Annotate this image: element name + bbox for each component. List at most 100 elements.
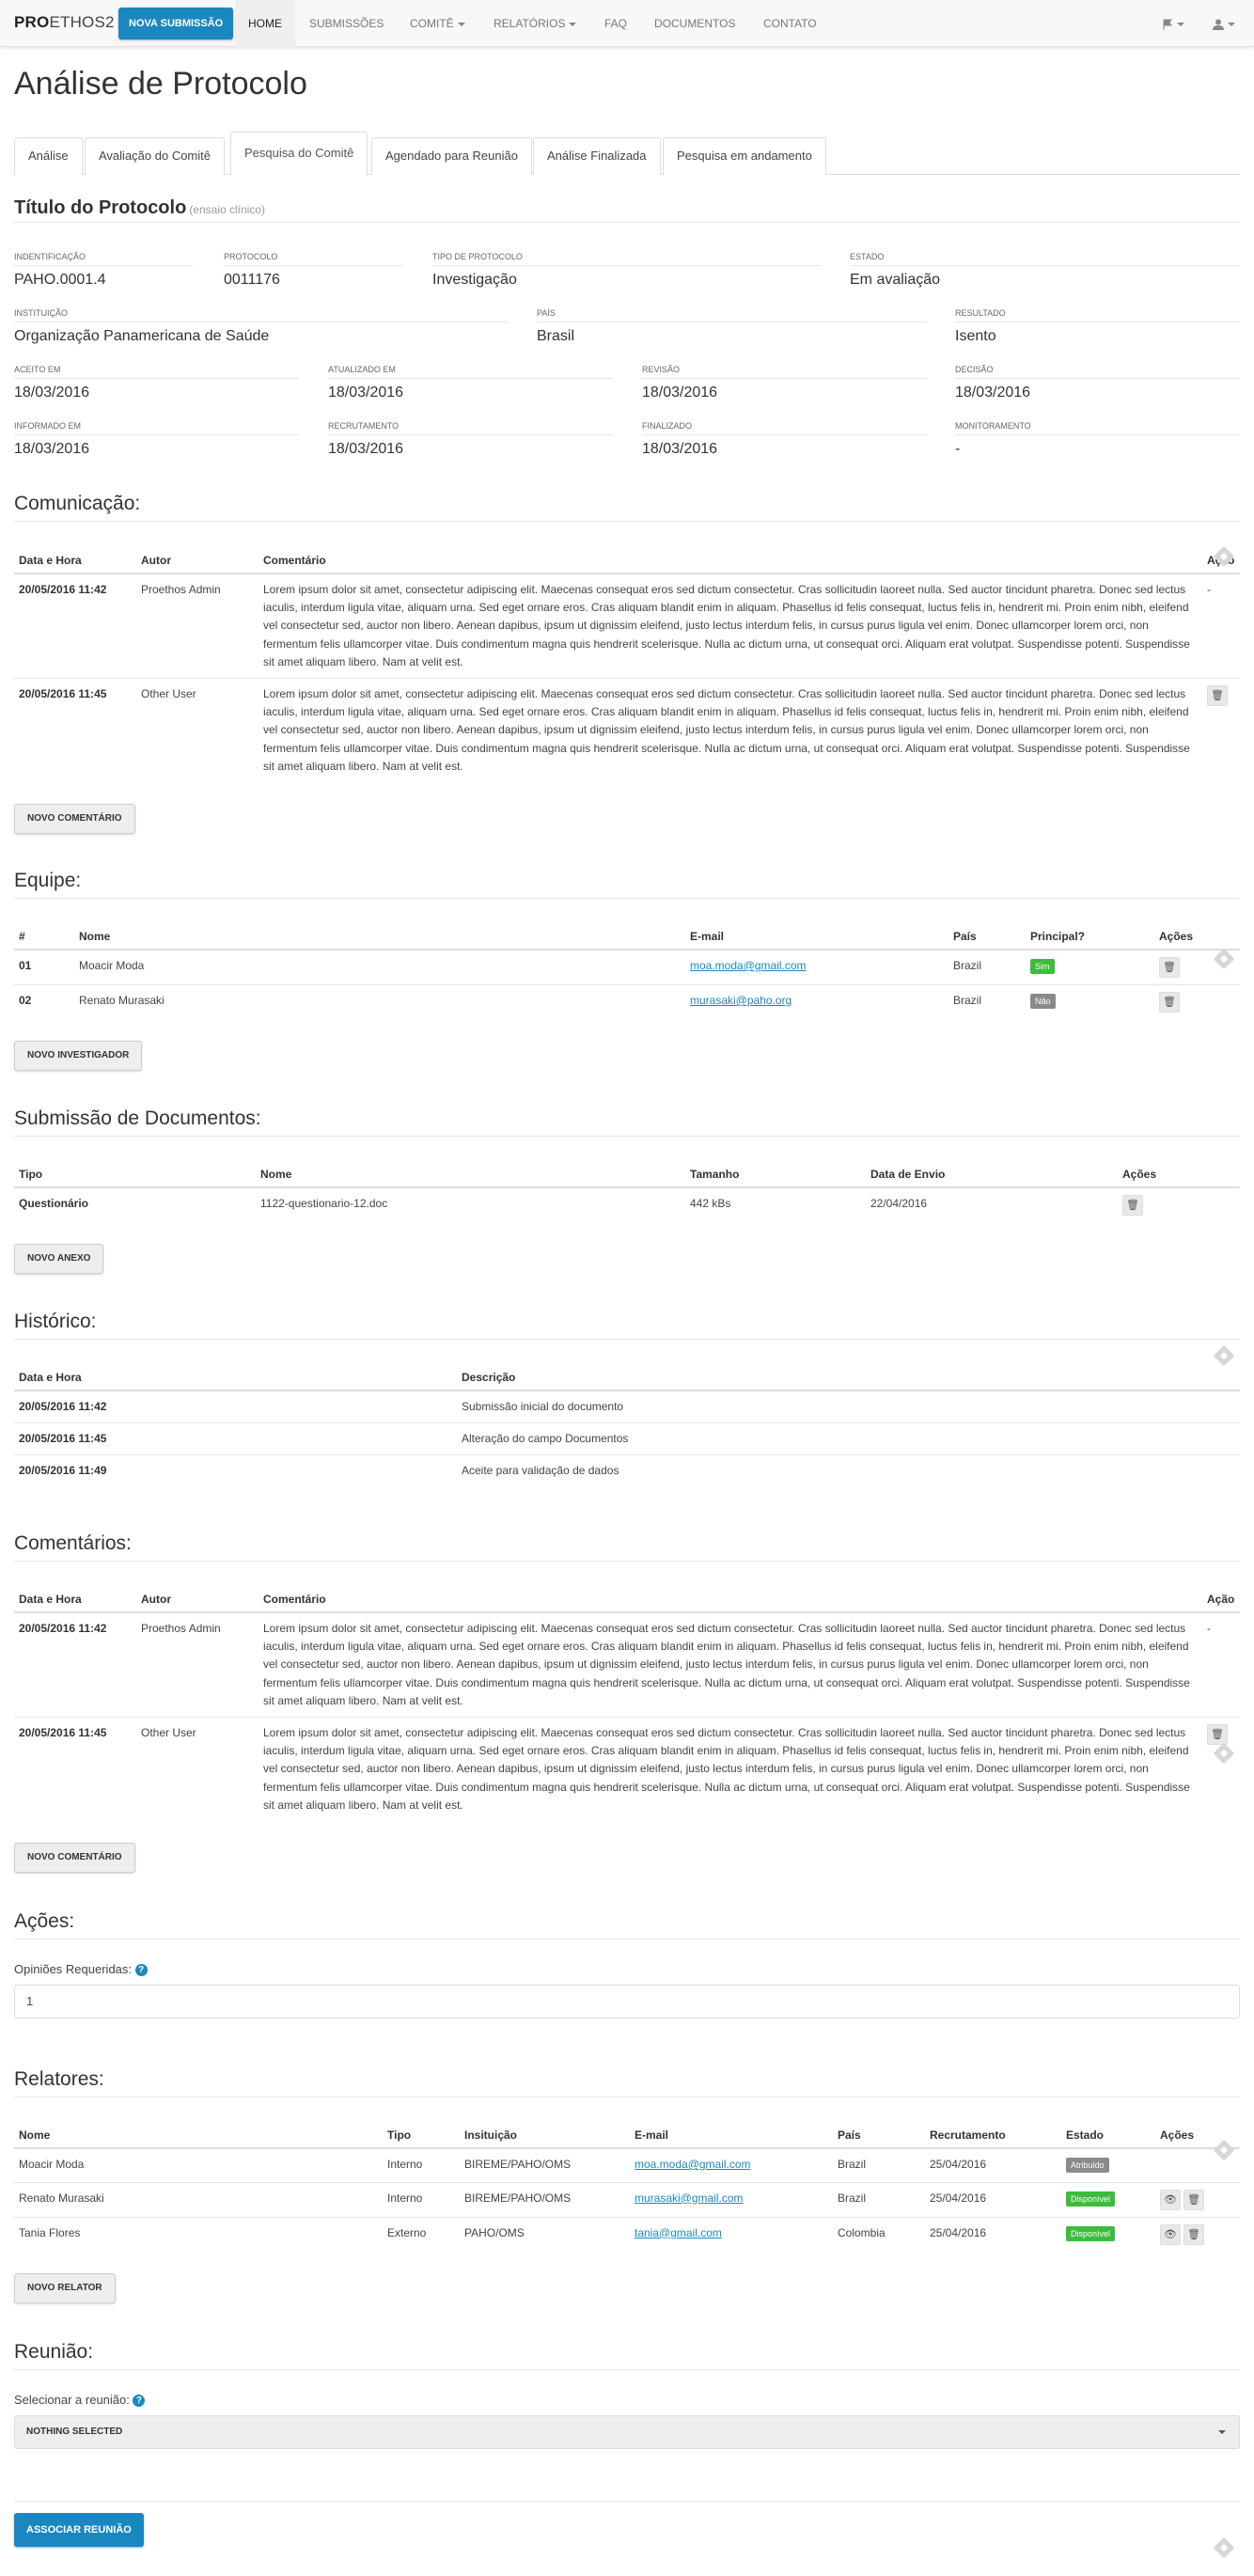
table-row: Questionário 1122-questionario-12.doc 44… — [14, 1186, 1240, 1222]
nav-relatorios[interactable]: Relatórios — [494, 0, 577, 47]
new-submission-button[interactable]: Nova Submissão — [118, 8, 234, 39]
nav-comite[interactable]: Comitê — [410, 0, 465, 47]
trash-icon[interactable]: 🗑 — [1183, 2223, 1204, 2245]
divider — [14, 898, 1240, 899]
nav-home[interactable]: Home — [235, 0, 295, 47]
tab-pesquisa-comite[interactable]: Pesquisa do Comitê — [230, 132, 368, 176]
caret-down-icon — [1218, 2430, 1226, 2434]
tab-avaliacao-comite[interactable]: Avaliação do Comitê — [85, 137, 225, 175]
col-comentario: Comentário — [259, 548, 1202, 574]
trash-icon[interactable]: 🗑 — [1183, 2189, 1204, 2210]
novo-relator-button[interactable]: Novo Relator — [14, 2273, 116, 2303]
caret-down-icon — [457, 22, 465, 26]
reuniao-select[interactable]: Nothing selected — [14, 2415, 1240, 2449]
col-autor: Autor — [136, 548, 259, 574]
opinioes-label: Opiniões Requeridas: ? — [14, 1962, 148, 1977]
eye-icon[interactable]: 👁 — [1160, 2223, 1181, 2245]
divider — [14, 222, 1240, 223]
novo-anexo-button[interactable]: Novo Anexo — [14, 1244, 104, 1274]
field-revisao: Revisão 18/03/2016 — [642, 365, 927, 401]
tab-bar: Análise Avaliação do Comitê Pesquisa do … — [14, 132, 1240, 176]
protocol-subtitle: (ensaio clínico) — [189, 203, 266, 216]
caret-down-icon — [1228, 22, 1235, 26]
user-icon — [1213, 19, 1224, 30]
nav-documentos[interactable]: Documentos — [654, 0, 735, 47]
status-badge: Disponível — [1066, 2191, 1116, 2207]
field-atualizado-em: Atualizado em 18/03/2016 — [328, 365, 613, 401]
table-row: 20/05/2016 11:45 Other User Lorem ipsum … — [14, 1716, 1240, 1822]
trash-icon[interactable]: 🗑 — [1122, 1195, 1143, 1216]
nav-submissoes[interactable]: Submissões — [309, 0, 384, 47]
protocol-title: Título do Protocolo (ensaio clínico) — [14, 197, 266, 218]
historico-table: Data e Hora Descrição 20/05/2016 11:42 Su… — [14, 1365, 1240, 1487]
email-link[interactable]: tania@gmail.com — [635, 2226, 722, 2239]
email-link[interactable]: moa.moda@gmail.com — [690, 959, 807, 972]
caret-down-icon — [569, 22, 577, 26]
language-menu[interactable] — [1162, 0, 1184, 47]
trash-icon[interactable]: 🗑 — [1207, 684, 1228, 706]
tab-analise-finalizada[interactable]: Análise Finalizada — [533, 137, 661, 175]
table-row: 20/05/2016 11:49 Aceite para validação de… — [14, 1454, 1240, 1487]
novo-comentario-button[interactable]: Novo Comentário — [14, 804, 135, 834]
tab-agendado-reuniao[interactable]: Agendado para Reunião — [371, 137, 532, 175]
novo-comentario-button-2[interactable]: Novo Comentário — [14, 1843, 135, 1873]
email-link[interactable]: murasaki@gmail.com — [635, 2191, 744, 2205]
eye-icon[interactable]: 👁 — [1160, 2189, 1181, 2210]
col-data-hora: Data e Hora — [14, 548, 136, 574]
status-badge: Atribuido — [1066, 2158, 1109, 2173]
trash-icon[interactable]: 🗑 — [1207, 1723, 1228, 1745]
field-identificacao: Indentificação PAHO.0001.4 — [14, 252, 193, 289]
opinioes-input[interactable]: 1 — [14, 1985, 1240, 2018]
top-navbar: PROETHOS2 Nova Submissão Home Submissões… — [0, 0, 1254, 47]
novo-investigador-button[interactable]: Novo Investigador — [14, 1041, 143, 1071]
table-row: Moacir Moda Interno BIREME/PAHO/OMS moa.… — [14, 2147, 1240, 2182]
table-row: Tania Flores Externo PAHO/OMS tania@gmai… — [14, 2216, 1240, 2252]
field-estado: Estado Em avaliação — [850, 252, 1240, 289]
field-instituicao: Instituição Organização Panamericana de S… — [14, 308, 508, 345]
section-historico-title: Histórico: — [14, 1311, 97, 1332]
field-pais: País Brasil — [537, 308, 927, 345]
tab-analise[interactable]: Análise — [14, 137, 83, 175]
section-relatores-title: Relatores: — [14, 2068, 104, 2090]
documentos-table: Tipo Nome Tamanho Data de Envio Ações Qu… — [14, 1162, 1240, 1222]
trash-icon[interactable]: 🗑 — [1159, 957, 1180, 978]
table-row: 20/05/2016 11:42 Proethos Admin Lorem ip… — [14, 1611, 1240, 1718]
divider — [14, 1561, 1240, 1562]
trash-icon[interactable]: 🗑 — [1159, 992, 1180, 1013]
relatores-table: Nome Tipo Insituição E-mail País Recruta… — [14, 2123, 1240, 2252]
diamond-icon — [1213, 1344, 1235, 1367]
table-row: 20/05/2016 11:45 Alteração do campo Docum… — [14, 1422, 1240, 1455]
divider — [14, 521, 1240, 522]
status-badge: Disponível — [1066, 2225, 1116, 2241]
brand-logo[interactable]: PROETHOS2 — [14, 13, 115, 32]
nav-contato[interactable]: Contato — [763, 0, 817, 47]
field-informado-em: Informado em 18/03/2016 — [14, 421, 299, 458]
section-comunicacao-title: Comunicação: — [14, 493, 141, 514]
page-title: Análise de Protocolo — [14, 66, 307, 102]
section-reuniao-title: Reunião: — [14, 2341, 94, 2363]
divider — [14, 1136, 1240, 1137]
nav-faq[interactable]: FAQ — [604, 0, 627, 47]
field-monitoramento: Monitoramento - — [955, 421, 1240, 458]
comentarios-table: Data e Hora Autor Comentário Ação 20/05/… — [14, 1587, 1240, 1822]
section-documentos-title: Submissão de Documentos: — [14, 1107, 261, 1129]
help-icon[interactable]: ? — [134, 1964, 148, 1977]
user-menu[interactable] — [1213, 0, 1235, 47]
help-icon[interactable]: ? — [133, 2395, 146, 2408]
diamond-icon — [1213, 2537, 1235, 2559]
table-row: 20/05/2016 11:42 Proethos Admin Lorem ip… — [14, 573, 1240, 679]
email-link[interactable]: moa.moda@gmail.com — [635, 2158, 751, 2171]
table-row: Renato Murasaki Interno BIREME/PAHO/OMS … — [14, 2181, 1240, 2217]
field-tipo-protocolo: Tipo de Protocolo Investigação — [432, 252, 822, 289]
flag-icon — [1163, 19, 1172, 30]
section-acoes-title: Ações: — [14, 1910, 75, 1932]
tab-pesquisa-andamento[interactable]: Pesquisa em andamento — [663, 137, 826, 175]
comunicacao-table: Data e Hora Autor Comentário Ação 20/05/… — [14, 548, 1240, 783]
field-protocolo: Protocolo 0011176 — [224, 252, 402, 289]
table-row: 20/05/2016 11:45 Other User Lorem ipsum … — [14, 677, 1240, 783]
field-aceito-em: Aceito em 18/03/2016 — [14, 365, 299, 401]
associar-reuniao-button[interactable]: Associar Reunião — [14, 2513, 144, 2547]
section-comentarios-title: Comentários: — [14, 1532, 132, 1554]
email-link[interactable]: murasaki@paho.org — [690, 994, 792, 1007]
field-decisao: Decisão 18/03/2016 — [955, 365, 1240, 401]
